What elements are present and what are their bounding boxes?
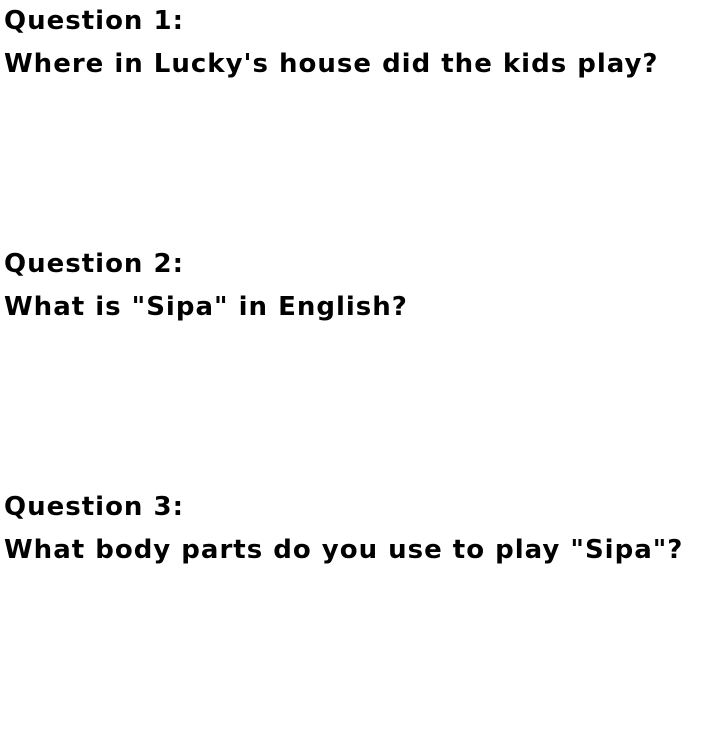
- question-block-3: Question 3: What body parts do you use t…: [4, 490, 704, 567]
- question-label: Question 3:: [4, 492, 184, 522]
- question-label: Question 2:: [4, 249, 184, 279]
- question-text: Where in Lucky's house did the kids play…: [4, 49, 659, 79]
- question-block-2: Question 2: What is "Sipa" in English?: [4, 247, 704, 324]
- question-text: What body parts do you use to play "Sipa…: [4, 535, 684, 565]
- question-block-1: Question 1: Where in Lucky's house did t…: [4, 4, 704, 81]
- question-label: Question 1:: [4, 6, 184, 36]
- question-text: What is "Sipa" in English?: [4, 292, 408, 322]
